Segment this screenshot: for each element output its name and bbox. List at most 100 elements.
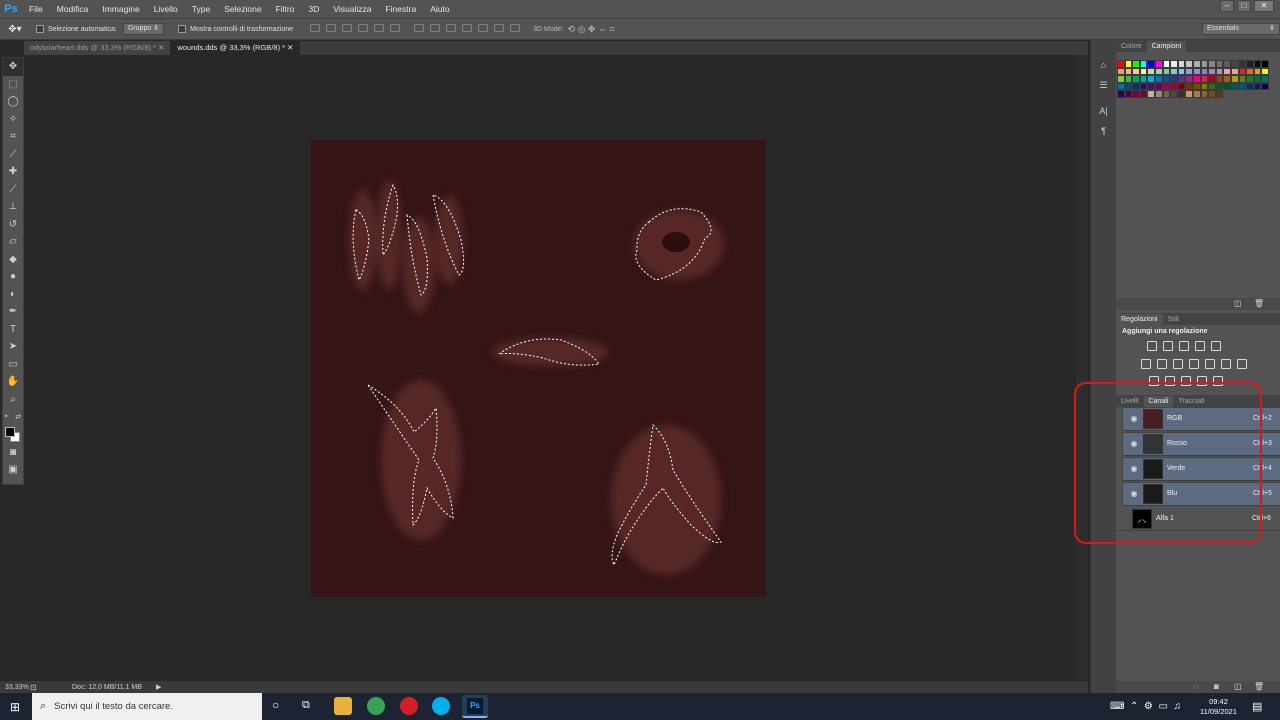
distribute-left-icon[interactable] [462, 24, 473, 32]
gradient-triangle-icon[interactable] [1211, 341, 1221, 351]
color-swatch[interactable] [1246, 75, 1254, 83]
rectangle-tool-icon[interactable]: ▭ [3, 356, 23, 374]
color-swatch[interactable] [1246, 60, 1254, 68]
color-swatch[interactable] [1117, 60, 1125, 68]
marquee-tool-icon[interactable]: ⬚ [3, 76, 23, 94]
crop-tool-icon[interactable]: ⌗ [3, 128, 23, 146]
color-swatch[interactable] [1230, 60, 1239, 68]
color-swatch[interactable] [1230, 67, 1239, 75]
brightness-icon[interactable] [1147, 341, 1157, 351]
exposure-icon[interactable] [1195, 341, 1205, 351]
distribute-top-icon[interactable] [414, 24, 425, 32]
zoom-tool-icon[interactable]: ⌕ [3, 391, 23, 409]
tab-stili[interactable]: Stili [1163, 314, 1184, 325]
tab-campioni[interactable]: Campioni [1146, 41, 1187, 52]
color-swatch[interactable] [1185, 60, 1193, 68]
color-swatch[interactable] [1238, 82, 1247, 90]
status-info-icon[interactable]: ⊡ [30, 683, 60, 692]
history-brush-tool-icon[interactable]: ↺ [3, 216, 23, 234]
color-swatch[interactable] [1147, 75, 1155, 83]
tab-wounds[interactable]: wounds.dds @ 33,3% (RGB/8) * ✕ [171, 41, 301, 55]
color-swatch[interactable] [1223, 67, 1231, 75]
color-swatch[interactable] [1177, 67, 1186, 75]
auto-select-dropdown[interactable]: Gruppo ⇕ [122, 23, 165, 35]
color-swatch[interactable] [1154, 82, 1163, 90]
file-explorer-icon[interactable] [334, 697, 352, 715]
color-swatch[interactable] [1132, 75, 1140, 83]
color-swatch[interactable] [1208, 75, 1216, 83]
color-swatch[interactable] [1215, 67, 1224, 75]
align-middle-icon[interactable] [326, 24, 337, 32]
clone-stamp-tool-icon[interactable]: ⊥ [3, 198, 23, 216]
color-swatch[interactable] [1154, 90, 1163, 98]
notifications-icon[interactable]: ▤ [1252, 693, 1262, 720]
menu-finestra[interactable]: Finestra [378, 0, 423, 18]
color-swatches[interactable] [3, 426, 23, 444]
color-swatch[interactable] [1170, 82, 1178, 90]
load-channel-selection-icon[interactable]: ◌ [1194, 682, 1199, 691]
eyedropper-tool-icon[interactable]: ⟋ [3, 146, 23, 164]
color-swatch[interactable] [1223, 75, 1231, 83]
color-swatch[interactable] [1253, 82, 1262, 90]
auto-select-checkbox[interactable] [36, 25, 44, 33]
new-channel-icon[interactable]: ◫ [1234, 682, 1242, 691]
blur-tool-icon[interactable]: ● [3, 268, 23, 286]
color-lookup-icon[interactable] [1237, 359, 1247, 369]
menu-immagine[interactable]: Immagine [95, 0, 146, 18]
opera-icon[interactable] [400, 697, 418, 715]
align-left-icon[interactable] [358, 24, 369, 32]
minimize-button[interactable]: – [1220, 0, 1234, 12]
color-swatch[interactable] [1162, 60, 1171, 68]
dodge-tool-icon[interactable]: ◐ [3, 286, 23, 304]
black-white-icon[interactable] [1189, 359, 1199, 369]
color-swatch[interactable] [1170, 60, 1178, 68]
photoshop-taskbar-icon[interactable]: Ps [462, 695, 488, 718]
color-swatch[interactable] [1154, 67, 1163, 75]
close-icon[interactable]: ✕ [287, 43, 293, 52]
align-center-icon[interactable] [374, 24, 385, 32]
color-swatch[interactable] [1147, 67, 1155, 75]
tab-colore[interactable]: Colore [1116, 41, 1147, 52]
color-swatch[interactable] [1132, 90, 1140, 98]
status-menu-arrow-icon[interactable]: ▶ [156, 683, 161, 691]
eraser-tool-icon[interactable]: ▱ [3, 233, 23, 251]
menu-selezione[interactable]: Selezione [217, 0, 268, 18]
color-swatch[interactable] [1124, 82, 1133, 90]
color-swatch[interactable] [1117, 75, 1125, 83]
color-swatch[interactable] [1192, 67, 1201, 75]
color-balance-icon[interactable] [1173, 359, 1183, 369]
align-bottom-icon[interactable] [342, 24, 353, 32]
3d-mode-icons[interactable]: ⟲ ◎ ✥ ⇔ ⌗ [568, 24, 615, 35]
color-swatch[interactable] [1147, 90, 1155, 98]
color-swatch[interactable] [1192, 75, 1201, 83]
save-selection-icon[interactable]: ◙ [1214, 682, 1219, 691]
color-swatch[interactable] [1117, 67, 1125, 75]
color-swatch[interactable] [1253, 75, 1262, 83]
color-swatch[interactable] [1170, 90, 1178, 98]
close-icon[interactable]: ✕ [158, 43, 164, 52]
hue-saturation-icon[interactable] [1157, 359, 1167, 369]
color-swatch[interactable] [1238, 75, 1247, 83]
brush-tool-icon[interactable]: ⟋ [3, 181, 23, 199]
tab-regolazioni[interactable]: Regolazioni [1116, 314, 1163, 325]
color-swatch[interactable] [1200, 60, 1209, 68]
paint-bucket-tool-icon[interactable]: ◆ [3, 251, 23, 269]
color-swatch[interactable] [1246, 67, 1254, 75]
delete-channel-icon[interactable]: 🗑 [1254, 682, 1264, 691]
menu-livello[interactable]: Livello [147, 0, 185, 18]
photo-filter-icon[interactable] [1205, 359, 1215, 369]
color-swatch[interactable] [1238, 67, 1247, 75]
properties-panel-icon[interactable]: ☰ [1095, 80, 1113, 94]
color-swatch[interactable] [1132, 82, 1140, 90]
pen-tool-icon[interactable]: ✒ [3, 303, 23, 321]
delete-swatch-icon[interactable]: 🗑 [1254, 299, 1264, 308]
maximize-button[interactable]: □ [1237, 0, 1251, 12]
zoom-level[interactable]: 33,33% [0, 684, 30, 691]
color-swatch[interactable] [1154, 60, 1163, 68]
skype-icon[interactable] [432, 697, 450, 715]
color-swatch[interactable] [1215, 82, 1224, 90]
auto-align-icon[interactable] [510, 24, 521, 32]
quick-mask-icon[interactable]: ◙ [3, 444, 23, 462]
color-swatch[interactable] [1261, 60, 1269, 68]
swap-colors-icon[interactable]: ▪ ⇄ [3, 408, 23, 426]
